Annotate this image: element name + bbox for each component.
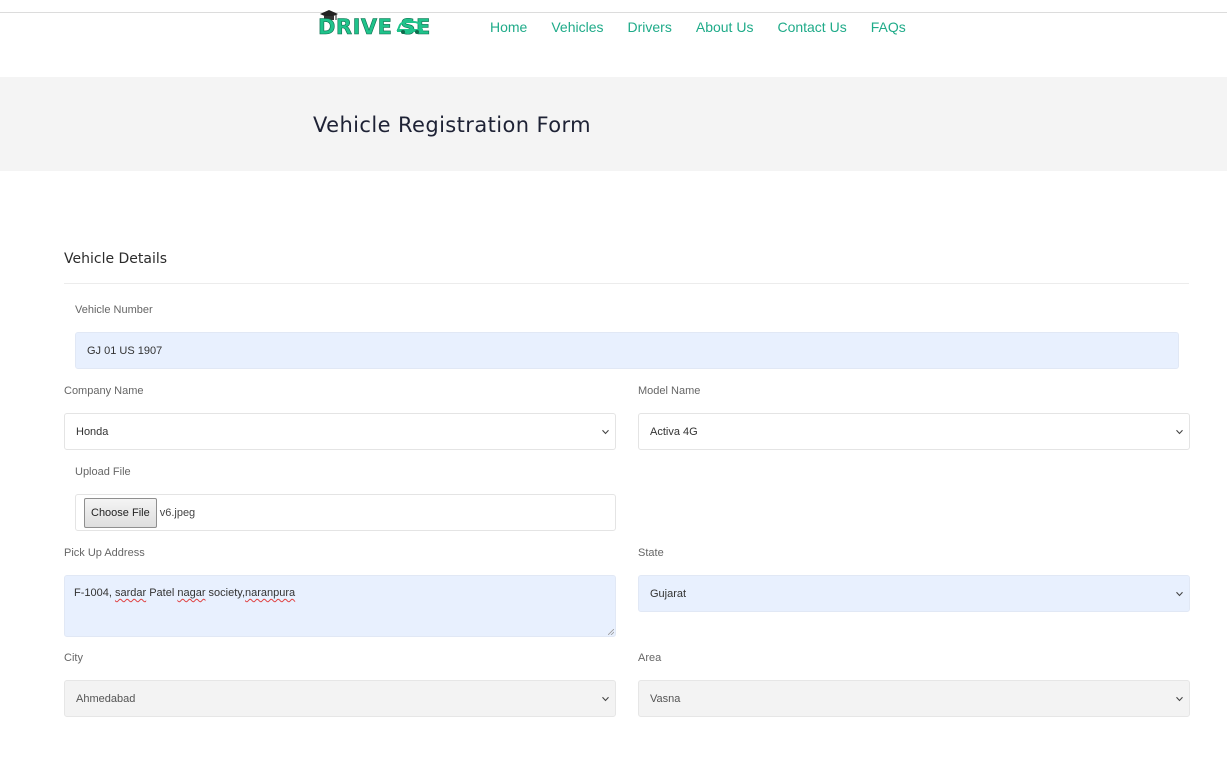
- upload-file-input[interactable]: Choose File v6.jpeg: [75, 494, 616, 531]
- brand-logo[interactable]: DRIVE SE: [318, 10, 463, 41]
- chevron-down-icon: [602, 429, 609, 434]
- pickup-address-value: F-1004, sardar Patel nagar society,naran…: [74, 587, 296, 599]
- main-nav: Home Vehicles Drivers About Us Contact U…: [490, 19, 930, 35]
- upload-file-label: Upload File: [75, 466, 131, 478]
- chevron-down-icon: [1176, 429, 1183, 434]
- area-label: Area: [638, 652, 662, 664]
- chevron-down-icon: [1176, 591, 1183, 596]
- nav-drivers[interactable]: Drivers: [628, 19, 672, 35]
- pickup-address-label: Pick Up Address: [64, 547, 145, 559]
- vehicle-number-input[interactable]: GJ 01 US 1907: [75, 332, 1179, 369]
- choose-file-button[interactable]: Choose File: [84, 497, 157, 528]
- section-divider: [64, 283, 1189, 284]
- nav-vehicles[interactable]: Vehicles: [551, 19, 603, 35]
- state-select[interactable]: Gujarat: [638, 575, 1190, 612]
- model-name-label: Model Name: [638, 385, 701, 397]
- city-label: City: [64, 652, 83, 664]
- pickup-address-textarea[interactable]: F-1004, sardar Patel nagar society,naran…: [64, 575, 616, 637]
- chevron-down-icon: [1176, 696, 1183, 701]
- page-banner: Vehicle Registration Form: [0, 77, 1227, 171]
- car-icon: [396, 21, 424, 34]
- selected-file-name: v6.jpeg: [159, 506, 196, 519]
- area-select[interactable]: Vasna: [638, 680, 1190, 717]
- vehicle-number-label: Vehicle Number: [75, 304, 153, 316]
- page-title: Vehicle Registration Form: [313, 113, 591, 137]
- resize-handle-icon[interactable]: [608, 629, 614, 635]
- nav-contact-us[interactable]: Contact Us: [777, 19, 846, 35]
- nav-faqs[interactable]: FAQs: [871, 19, 906, 35]
- city-value: Ahmedabad: [76, 692, 136, 705]
- navbar: DRIVE SE Home Vehicles Drivers About Us …: [0, 10, 1227, 77]
- model-name-value: Activa 4G: [650, 425, 698, 438]
- nav-about-us[interactable]: About Us: [696, 19, 754, 35]
- vehicle-number-value: GJ 01 US 1907: [87, 344, 163, 357]
- city-select[interactable]: Ahmedabad: [64, 680, 616, 717]
- area-value: Vasna: [650, 692, 681, 705]
- company-name-value: Honda: [76, 425, 109, 438]
- nav-home[interactable]: Home: [490, 19, 527, 35]
- model-name-select[interactable]: Activa 4G: [638, 413, 1190, 450]
- company-name-label: Company Name: [64, 385, 144, 397]
- state-value: Gujarat: [650, 587, 687, 600]
- chevron-down-icon: [602, 696, 609, 701]
- company-name-select[interactable]: Honda: [64, 413, 616, 450]
- browser-top-edge: [0, 0, 1227, 13]
- state-label: State: [638, 547, 664, 559]
- section-title: Vehicle Details: [64, 251, 168, 267]
